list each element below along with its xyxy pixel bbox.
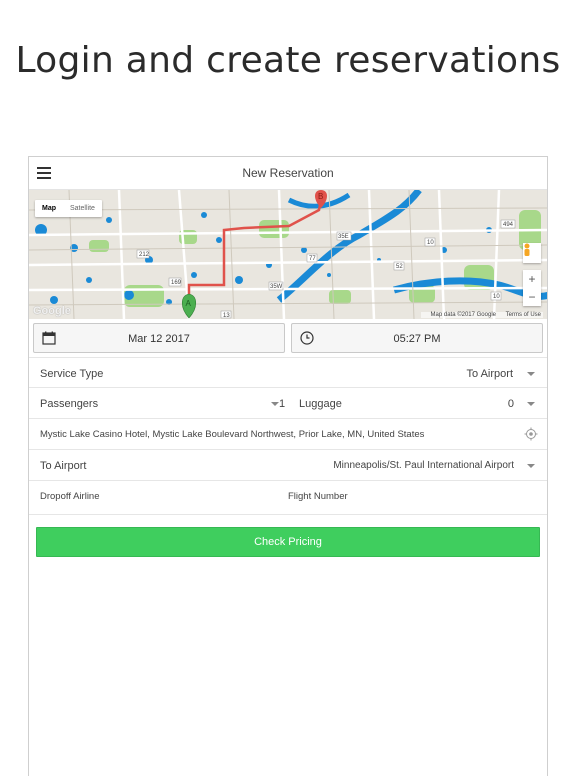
passengers-luggage-row: Passengers 1 Luggage 0 xyxy=(29,388,547,419)
chevron-down-icon xyxy=(527,372,535,376)
road-shield: 494 xyxy=(503,222,514,228)
button-wrap: Check Pricing xyxy=(29,515,547,569)
dropoff-airline-input[interactable]: Dropoff Airline xyxy=(40,491,100,502)
service-type-value: To Airport xyxy=(466,368,513,380)
datetime-row: Mar 12 2017 05:27 PM xyxy=(29,319,547,357)
road-shield: 10 xyxy=(427,240,434,246)
luggage-select[interactable]: 0 xyxy=(508,398,514,410)
road-shield: 10 xyxy=(493,294,500,300)
airport-row[interactable]: To Airport Minneapolis/St. Paul Internat… xyxy=(29,450,547,481)
road-shield: 212 xyxy=(139,252,150,258)
date-value: Mar 12 2017 xyxy=(128,333,190,345)
check-pricing-button[interactable]: Check Pricing xyxy=(36,527,540,557)
app-frame: New Reservation 494 212 169 35E 35W 77 5… xyxy=(28,156,548,776)
pickup-address-field[interactable]: Mystic Lake Casino Hotel, Mystic Lake Bo… xyxy=(40,429,424,440)
chevron-down-icon xyxy=(271,402,279,406)
date-picker[interactable]: Mar 12 2017 xyxy=(33,323,285,353)
time-value: 05:27 PM xyxy=(393,333,441,345)
road-shield: 52 xyxy=(396,264,403,270)
map-data-text: Map data ©2017 Google xyxy=(430,312,496,318)
page-title: New Reservation xyxy=(242,166,334,180)
pickup-address-row[interactable]: Mystic Lake Casino Hotel, Mystic Lake Bo… xyxy=(29,419,547,450)
service-type-label: Service Type xyxy=(40,368,104,380)
road-shield: 35E xyxy=(338,234,349,240)
zoom-control: + − xyxy=(523,270,541,306)
flight-number-input[interactable]: Flight Number xyxy=(288,491,348,502)
map-type-satellite-button[interactable]: Satellite xyxy=(63,200,102,217)
flight-details-row: Dropoff Airline Flight Number xyxy=(29,481,547,515)
navbar: New Reservation xyxy=(29,157,547,190)
marker-b-label: B xyxy=(318,192,323,201)
map-type-map-button[interactable]: Map xyxy=(35,200,63,217)
passengers-select[interactable]: 1 xyxy=(279,398,285,410)
map-attribution: Map data ©2017 Google Terms of Use xyxy=(420,312,543,318)
to-airport-label: To Airport xyxy=(40,460,87,472)
map-canvas: 494 212 169 35E 35W 77 52 10 13 10 B A xyxy=(29,190,547,319)
google-logo: Google xyxy=(33,305,71,317)
terms-of-use-link[interactable]: Terms of Use xyxy=(506,312,541,318)
to-airport-value: Minneapolis/St. Paul International Airpo… xyxy=(333,460,514,471)
map-type-toggle: Map Satellite xyxy=(35,200,102,217)
marker-a-label: A xyxy=(186,299,192,308)
street-view-icon[interactable] xyxy=(523,243,541,263)
service-type-row[interactable]: Service Type To Airport xyxy=(29,357,547,388)
time-picker[interactable]: 05:27 PM xyxy=(291,323,543,353)
zoom-out-button[interactable]: − xyxy=(523,288,541,306)
chevron-down-icon xyxy=(527,402,535,406)
road-shield: 13 xyxy=(223,313,230,319)
road-shield: 169 xyxy=(171,280,182,286)
route-map[interactable]: 494 212 169 35E 35W 77 52 10 13 10 B A M… xyxy=(29,190,547,319)
luggage-label: Luggage xyxy=(299,398,342,410)
road-shield: 77 xyxy=(309,256,316,262)
headline: Login and create reservations xyxy=(15,40,561,81)
zoom-in-button[interactable]: + xyxy=(523,270,541,288)
passengers-label: Passengers xyxy=(40,398,99,410)
locate-icon[interactable] xyxy=(524,427,538,441)
chevron-down-icon xyxy=(527,464,535,468)
road-shield: 35W xyxy=(270,284,283,290)
